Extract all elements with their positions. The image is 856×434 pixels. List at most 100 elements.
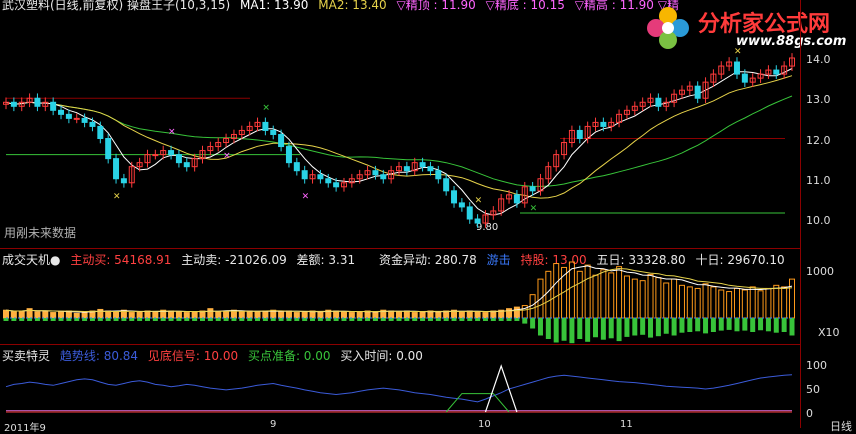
candle-body [474, 218, 481, 224]
volume-bar [553, 263, 560, 319]
candle-body [113, 158, 120, 180]
volume-neg-bar [655, 318, 661, 337]
volume-neg-bar [718, 318, 724, 331]
volume-bar [128, 312, 135, 319]
candle-body [175, 154, 182, 164]
volume-bar [631, 278, 638, 319]
volume-bar [207, 308, 214, 319]
volume-bar [348, 312, 355, 319]
volume-bar [223, 310, 230, 319]
volume-bar [136, 311, 143, 319]
volume-bar [733, 287, 740, 319]
volume-bar [663, 282, 670, 319]
candle-body [285, 146, 292, 164]
volume-neg-bar [545, 318, 551, 339]
volume-bar [388, 310, 395, 319]
volume-neg-bar [734, 318, 740, 332]
volume-bar [144, 310, 151, 319]
volume-bar [396, 311, 402, 319]
candle-body [262, 121, 269, 131]
volume-neg-bar [703, 318, 709, 334]
volume-bar [506, 308, 513, 319]
candle-body [317, 174, 324, 180]
volume-neg-bar [679, 318, 685, 333]
volume-bar [710, 286, 717, 319]
volume-neg-bar [522, 318, 528, 324]
candle-body [576, 129, 583, 139]
candle-body [773, 69, 780, 75]
volume-bar [10, 311, 17, 319]
volume-bar [545, 270, 552, 319]
candle-body [451, 190, 458, 204]
signal-marker: ✕ [475, 196, 483, 206]
volume-bar [474, 311, 481, 319]
volume-bar [616, 266, 623, 319]
volume-bar [113, 311, 120, 319]
volume-neg-bar [750, 318, 756, 332]
candle-body [120, 178, 127, 184]
volume-bar [419, 311, 426, 319]
volume-neg-bar [553, 318, 559, 343]
candle-body [733, 61, 740, 75]
volume-bar [254, 311, 261, 319]
volume-bar [608, 272, 615, 319]
candle-body [10, 101, 17, 107]
candle-body [89, 121, 96, 127]
signal-marker: ✕ [223, 152, 231, 162]
volume-bar [757, 290, 764, 319]
volume-neg-bar [593, 318, 598, 338]
candle-body [435, 170, 442, 180]
volume-bar [168, 310, 175, 319]
volume-bar [435, 311, 442, 319]
candle-body [65, 113, 72, 119]
volume-bar [81, 311, 88, 319]
candle-body [58, 109, 65, 115]
volume-bar [789, 278, 795, 319]
candle-body [741, 73, 748, 83]
volume-bar [278, 311, 285, 319]
volume-bar [317, 311, 324, 319]
candle-body [403, 166, 410, 172]
candle-body [278, 133, 285, 148]
volume-bar [655, 277, 662, 319]
vol-ma10-line [5, 267, 793, 313]
candle-body [105, 138, 112, 160]
candle-body [466, 206, 473, 220]
volume-bar [285, 310, 292, 319]
signal-marker: ✕ [168, 127, 176, 137]
candle-body [458, 202, 465, 208]
volume-neg-bar [773, 318, 779, 333]
volume-bar [576, 270, 583, 319]
volume-neg-bar [663, 318, 669, 334]
candle-body [694, 85, 701, 99]
candle-body [73, 117, 80, 120]
volume-bar [58, 311, 65, 319]
bottom-signal-spike [484, 364, 518, 413]
candle-body [34, 97, 41, 107]
volume-neg-bar [742, 318, 748, 331]
volume-bar [18, 310, 25, 319]
volume-bar [301, 311, 308, 319]
volume-bar [262, 310, 269, 319]
volume-bar [592, 274, 599, 319]
volume-neg-bar [648, 318, 654, 338]
trend-line [5, 374, 793, 403]
volume-bar [647, 273, 654, 319]
volume-bar [191, 311, 198, 319]
buy-ready-pulse [445, 393, 510, 413]
volume-neg-bar [781, 318, 787, 332]
volume-bar [34, 311, 41, 319]
volume-neg-bar [640, 318, 646, 335]
volume-bar [686, 286, 693, 319]
volume-bar [513, 306, 520, 319]
volume-bar [246, 310, 253, 319]
volume-bar [600, 269, 607, 319]
volume-bar [466, 310, 473, 319]
volume-neg-bar [577, 318, 583, 339]
candle-body [81, 117, 88, 123]
volume-bar [482, 312, 489, 319]
volume-neg-bar [600, 318, 606, 340]
volume-bar [702, 283, 709, 319]
candle-body [333, 182, 340, 188]
volume-neg-bar [758, 318, 764, 331]
